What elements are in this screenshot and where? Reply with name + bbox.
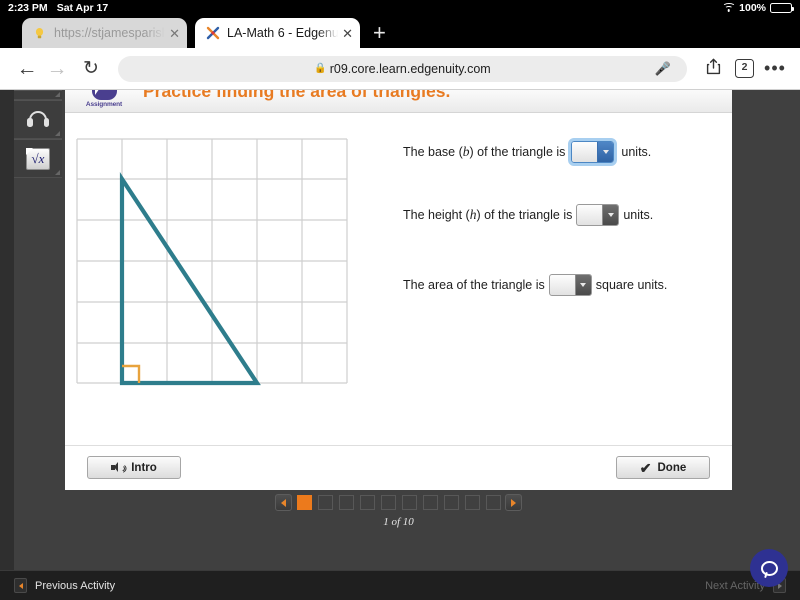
left-rail-strip — [0, 90, 14, 570]
new-tab-button[interactable]: + — [373, 22, 386, 44]
pager-box-7[interactable] — [422, 495, 438, 510]
assignment-icon — [91, 90, 117, 100]
tab-count-button[interactable]: 2 — [735, 59, 754, 78]
pager-controls — [275, 494, 522, 511]
back-button[interactable]: ← — [12, 58, 42, 79]
lock-icon: 🔒 — [314, 63, 327, 74]
question-area-suffix: square units. — [595, 278, 668, 292]
pager-box-4[interactable] — [359, 495, 375, 510]
pager-next-button[interactable] — [505, 494, 522, 511]
close-icon[interactable]: ✕ — [342, 27, 353, 40]
pager-box-1[interactable] — [296, 495, 312, 510]
chat-bubble-icon — [760, 560, 778, 576]
caret-left-icon — [14, 578, 27, 593]
tab-title: LA-Math 6 - Edgenuity.c — [227, 26, 339, 40]
url-text-group: 🔒 r09.core.learn.edgenuity.com — [314, 62, 490, 76]
question-pager: 1 of 10 — [65, 490, 732, 545]
chevron-down-icon — [597, 142, 614, 162]
tablet-screen: 2:23 PM Sat Apr 17 100% https://stjamesp… — [0, 0, 800, 600]
reload-button[interactable]: ↻ — [76, 59, 106, 78]
question-row-area: The area of the triangle is square units… — [403, 274, 713, 296]
battery-percent: 100% — [739, 2, 766, 14]
card-action-bar: Intro ✔ Done — [65, 445, 732, 491]
question-height-text: The height (h) of the triangle is — [403, 207, 573, 222]
question-base-suffix: units. — [621, 145, 652, 159]
grid-lines — [76, 138, 348, 384]
lesson-content-card: Assignment Practice finding the area of … — [65, 90, 732, 490]
chat-support-button[interactable] — [750, 549, 788, 587]
area-dropdown[interactable] — [548, 274, 592, 296]
triangle-grid-svg — [76, 138, 348, 386]
pager-label: 1 of 10 — [383, 516, 414, 528]
previous-activity-label: Previous Activity — [35, 579, 116, 592]
intro-button[interactable]: Intro — [87, 456, 181, 479]
edgenuity-icon — [205, 26, 220, 41]
status-time: 2:23 PM — [8, 2, 48, 14]
question-base-text: The base (b) of the triangle is — [403, 144, 566, 159]
card-body: The base (b) of the triangle is units. T… — [65, 113, 732, 445]
status-date: Sat Apr 17 — [56, 2, 109, 14]
done-button[interactable]: ✔ Done — [616, 456, 710, 479]
lightbulb-icon — [32, 26, 47, 41]
edgenuity-app-area: √x Assignment Practice finding the area … — [0, 90, 800, 600]
more-options-icon[interactable]: ••• — [762, 58, 788, 79]
pager-box-3[interactable] — [338, 495, 354, 510]
question-row-height: The height (h) of the triangle is units. — [403, 204, 713, 226]
pager-box-10[interactable] — [485, 495, 501, 510]
pager-box-9[interactable] — [464, 495, 480, 510]
forward-button[interactable]: → — [42, 58, 72, 79]
math-calculator-icon: √x — [26, 147, 50, 170]
question-list: The base (b) of the triangle is units. T… — [403, 138, 713, 296]
question-row-base: The base (b) of the triangle is units. — [403, 138, 713, 166]
base-dropdown-value — [572, 142, 597, 162]
intro-button-label: Intro — [131, 461, 157, 474]
close-icon[interactable]: ✕ — [169, 27, 180, 40]
right-angle-marker — [122, 364, 141, 383]
assignment-badge: Assignment — [78, 90, 130, 108]
height-dropdown-value — [577, 205, 602, 225]
rail-button-calculator[interactable]: √x — [14, 139, 62, 178]
chevron-down-icon — [574, 275, 591, 295]
battery-icon — [770, 3, 794, 13]
headphones-icon — [27, 111, 49, 128]
tool-rail: √x — [14, 90, 62, 178]
pager-box-2[interactable] — [317, 495, 333, 510]
pager-box-8[interactable] — [443, 495, 459, 510]
browser-tab-strip: https://stjamesparish.ge ✕ LA-Math 6 - E… — [0, 16, 800, 48]
ios-status-bar: 2:23 PM Sat Apr 17 100% — [0, 0, 800, 16]
rail-button-partial[interactable] — [14, 90, 62, 100]
tab-title: https://stjamesparish.ge — [54, 26, 165, 40]
browser-tab-active[interactable]: LA-Math 6 - Edgenuity.c ✕ — [195, 18, 360, 48]
pager-box-6[interactable] — [401, 495, 417, 510]
area-dropdown-value — [550, 275, 575, 295]
assignment-badge-label: Assignment — [85, 101, 123, 108]
rail-button-audio[interactable] — [14, 100, 62, 139]
browser-tab-inactive[interactable]: https://stjamesparish.ge ✕ — [22, 18, 187, 48]
pager-box-5[interactable] — [380, 495, 396, 510]
pager-prev-button[interactable] — [275, 494, 292, 511]
question-area-text: The area of the triangle is — [403, 278, 545, 292]
page-title: Practice finding the area of triangles. — [143, 90, 451, 101]
question-height-suffix: units. — [623, 208, 654, 222]
url-text: r09.core.learn.edgenuity.com — [329, 61, 491, 76]
chevron-down-icon — [602, 205, 619, 225]
previous-activity-button[interactable]: Previous Activity — [14, 578, 115, 593]
triangle-figure — [76, 138, 348, 393]
base-dropdown[interactable] — [568, 138, 618, 166]
done-button-label: Done — [657, 461, 687, 474]
height-dropdown[interactable] — [576, 204, 620, 226]
address-bar[interactable]: 🔒 r09.core.learn.edgenuity.com 🎤 — [118, 55, 687, 82]
microphone-icon[interactable]: 🎤 — [655, 61, 671, 77]
right-triangle-shape — [119, 172, 261, 386]
activity-nav-bar: Previous Activity Next Activity — [0, 570, 800, 600]
status-indicators: 100% — [722, 2, 794, 14]
browser-toolbar: ← → ↻ 🔒 r09.core.learn.edgenuity.com 🎤 2… — [0, 48, 800, 90]
speaker-icon — [111, 462, 127, 474]
share-icon[interactable] — [699, 58, 727, 80]
wifi-icon — [722, 3, 736, 13]
checkmark-icon: ✔ — [639, 459, 652, 476]
